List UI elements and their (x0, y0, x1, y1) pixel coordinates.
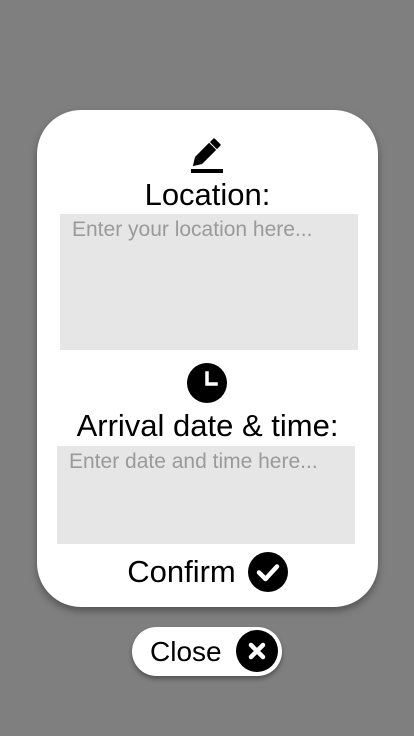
location-input[interactable] (60, 214, 358, 350)
location-dialog: Location: Arrival date & time: Confirm (37, 110, 378, 607)
pencil-edit-icon (191, 138, 223, 173)
confirm-label: Confirm (127, 554, 236, 589)
close-circle-icon (236, 630, 278, 672)
confirm-button[interactable]: Confirm (37, 550, 378, 594)
location-label: Location: (144, 177, 271, 212)
clock-icon (187, 363, 227, 403)
close-button[interactable]: Close (132, 627, 282, 676)
arrival-label: Arrival date & time: (76, 408, 339, 443)
arrival-datetime-input[interactable] (57, 446, 355, 544)
close-label: Close (150, 636, 222, 667)
check-circle-icon (247, 552, 288, 592)
